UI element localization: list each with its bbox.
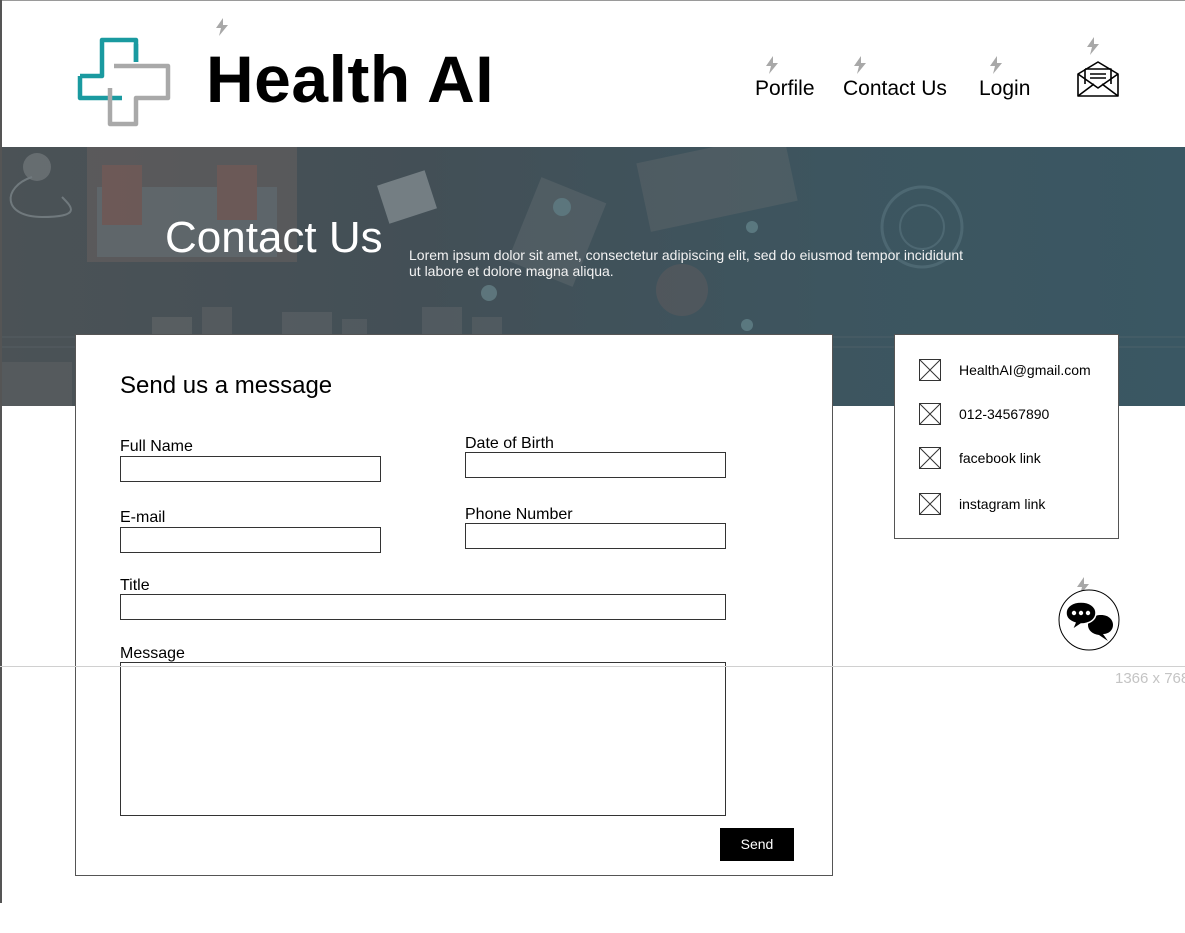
chat-icon[interactable] [1058, 589, 1120, 651]
send-button[interactable]: Send [720, 828, 794, 861]
full-name-input[interactable] [120, 456, 381, 482]
form-heading: Send us a message [120, 372, 333, 399]
interaction-marker-icon [854, 56, 866, 74]
email-label: E-mail [120, 509, 166, 526]
message-textarea[interactable] [120, 662, 726, 816]
canvas-left-border [0, 0, 2, 903]
contact-phone-text[interactable]: 012-34567890 [959, 406, 1049, 422]
image-placeholder-icon [919, 447, 941, 469]
date-of-birth-label: Date of Birth [465, 435, 554, 452]
email-input[interactable] [120, 527, 381, 553]
interaction-marker-icon [766, 56, 778, 74]
phone-number-label: Phone Number [465, 506, 573, 523]
interaction-marker-icon [1087, 37, 1099, 55]
full-name-label: Full Name [120, 438, 193, 455]
canvas-top-border [0, 0, 1185, 1]
contact-email-text[interactable]: HealthAI@gmail.com [959, 362, 1091, 378]
facebook-link[interactable]: facebook link [959, 450, 1041, 466]
title-label: Title [120, 577, 150, 594]
viewport-size-label: 1366 x 768 [1115, 670, 1185, 687]
logo-icon [77, 37, 171, 127]
mail-icon[interactable] [1076, 60, 1120, 98]
message-label: Message [120, 645, 185, 662]
image-placeholder-icon [919, 403, 941, 425]
phone-number-input[interactable] [465, 523, 726, 549]
hero-description: Lorem ipsum dolor sit amet, consectetur … [409, 247, 964, 279]
viewport-guide-line [0, 666, 1185, 667]
interaction-marker-icon [990, 56, 1002, 74]
app-title: Health AI [206, 42, 495, 116]
instagram-link[interactable]: instagram link [959, 496, 1045, 512]
image-placeholder-icon [919, 493, 941, 515]
image-placeholder-icon [919, 359, 941, 381]
title-input[interactable] [120, 594, 726, 620]
nav-profile-link[interactable]: Porfile [755, 76, 815, 102]
message-form-card: Send us a message Full Name Date of Birt… [75, 334, 833, 876]
nav-contact-link[interactable]: Contact Us [843, 76, 947, 102]
date-of-birth-input[interactable] [465, 452, 726, 478]
contact-info-card: HealthAI@gmail.com 012-34567890 facebook… [894, 334, 1119, 539]
nav-login-link[interactable]: Login [979, 76, 1030, 102]
interaction-marker-icon [216, 18, 228, 36]
hero-title: Contact Us [165, 213, 383, 262]
